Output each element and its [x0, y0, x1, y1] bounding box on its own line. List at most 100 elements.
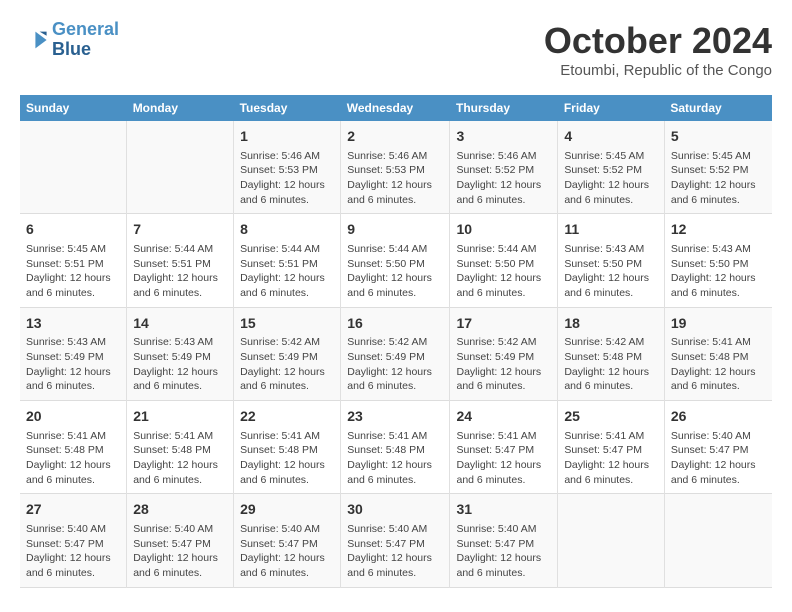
- day-number: 6: [26, 220, 120, 240]
- calendar-cell: 2Sunrise: 5:46 AMSunset: 5:53 PMDaylight…: [341, 121, 450, 214]
- day-number: 14: [133, 314, 227, 334]
- day-info: Sunrise: 5:45 AMSunset: 5:52 PMDaylight:…: [671, 149, 766, 208]
- calendar-cell: 29Sunrise: 5:40 AMSunset: 5:47 PMDayligh…: [234, 494, 341, 587]
- column-header-saturday: Saturday: [664, 95, 772, 121]
- title-block: October 2024 Etoumbi, Republic of the Co…: [544, 20, 772, 79]
- location-title: Etoumbi, Republic of the Congo: [544, 62, 772, 79]
- day-number: 7: [133, 220, 227, 240]
- day-number: 4: [564, 127, 658, 147]
- logo-icon: [20, 26, 48, 54]
- calendar-cell: 12Sunrise: 5:43 AMSunset: 5:50 PMDayligh…: [664, 214, 772, 307]
- calendar-cell: 21Sunrise: 5:41 AMSunset: 5:48 PMDayligh…: [127, 401, 234, 494]
- day-number: 3: [456, 127, 551, 147]
- day-number: 24: [456, 407, 551, 427]
- day-info: Sunrise: 5:46 AMSunset: 5:53 PMDaylight:…: [240, 149, 334, 208]
- month-title: October 2024: [544, 20, 772, 62]
- page-header: General Blue October 2024 Etoumbi, Repub…: [20, 20, 772, 79]
- day-number: 8: [240, 220, 334, 240]
- calendar-cell: 24Sunrise: 5:41 AMSunset: 5:47 PMDayligh…: [450, 401, 558, 494]
- calendar-cell: 31Sunrise: 5:40 AMSunset: 5:47 PMDayligh…: [450, 494, 558, 587]
- day-info: Sunrise: 5:42 AMSunset: 5:48 PMDaylight:…: [564, 335, 658, 394]
- week-row-4: 20Sunrise: 5:41 AMSunset: 5:48 PMDayligh…: [20, 401, 772, 494]
- day-info: Sunrise: 5:45 AMSunset: 5:52 PMDaylight:…: [564, 149, 658, 208]
- calendar-cell: 30Sunrise: 5:40 AMSunset: 5:47 PMDayligh…: [341, 494, 450, 587]
- day-info: Sunrise: 5:44 AMSunset: 5:51 PMDaylight:…: [133, 242, 227, 301]
- day-number: 9: [347, 220, 443, 240]
- day-info: Sunrise: 5:41 AMSunset: 5:48 PMDaylight:…: [671, 335, 766, 394]
- calendar-body: 1Sunrise: 5:46 AMSunset: 5:53 PMDaylight…: [20, 121, 772, 587]
- day-number: 5: [671, 127, 766, 147]
- calendar-cell: [20, 121, 127, 214]
- week-row-3: 13Sunrise: 5:43 AMSunset: 5:49 PMDayligh…: [20, 307, 772, 400]
- week-row-1: 1Sunrise: 5:46 AMSunset: 5:53 PMDaylight…: [20, 121, 772, 214]
- day-info: Sunrise: 5:41 AMSunset: 5:48 PMDaylight:…: [26, 429, 120, 488]
- day-number: 21: [133, 407, 227, 427]
- day-info: Sunrise: 5:42 AMSunset: 5:49 PMDaylight:…: [456, 335, 551, 394]
- day-number: 10: [456, 220, 551, 240]
- calendar-cell: 15Sunrise: 5:42 AMSunset: 5:49 PMDayligh…: [234, 307, 341, 400]
- day-number: 22: [240, 407, 334, 427]
- day-number: 19: [671, 314, 766, 334]
- calendar-cell: 8Sunrise: 5:44 AMSunset: 5:51 PMDaylight…: [234, 214, 341, 307]
- day-number: 30: [347, 500, 443, 520]
- calendar-cell: 17Sunrise: 5:42 AMSunset: 5:49 PMDayligh…: [450, 307, 558, 400]
- calendar-cell: 20Sunrise: 5:41 AMSunset: 5:48 PMDayligh…: [20, 401, 127, 494]
- calendar-cell: 4Sunrise: 5:45 AMSunset: 5:52 PMDaylight…: [558, 121, 665, 214]
- day-number: 11: [564, 220, 658, 240]
- calendar-cell: 3Sunrise: 5:46 AMSunset: 5:52 PMDaylight…: [450, 121, 558, 214]
- day-number: 27: [26, 500, 120, 520]
- day-number: 23: [347, 407, 443, 427]
- calendar-header: SundayMondayTuesdayWednesdayThursdayFrid…: [20, 95, 772, 121]
- calendar-cell: 13Sunrise: 5:43 AMSunset: 5:49 PMDayligh…: [20, 307, 127, 400]
- day-info: Sunrise: 5:42 AMSunset: 5:49 PMDaylight:…: [347, 335, 443, 394]
- calendar-cell: 14Sunrise: 5:43 AMSunset: 5:49 PMDayligh…: [127, 307, 234, 400]
- day-info: Sunrise: 5:41 AMSunset: 5:47 PMDaylight:…: [456, 429, 551, 488]
- day-number: 28: [133, 500, 227, 520]
- week-row-2: 6Sunrise: 5:45 AMSunset: 5:51 PMDaylight…: [20, 214, 772, 307]
- day-number: 16: [347, 314, 443, 334]
- day-info: Sunrise: 5:45 AMSunset: 5:51 PMDaylight:…: [26, 242, 120, 301]
- day-number: 12: [671, 220, 766, 240]
- calendar-cell: 23Sunrise: 5:41 AMSunset: 5:48 PMDayligh…: [341, 401, 450, 494]
- calendar-cell: 25Sunrise: 5:41 AMSunset: 5:47 PMDayligh…: [558, 401, 665, 494]
- day-info: Sunrise: 5:44 AMSunset: 5:50 PMDaylight:…: [456, 242, 551, 301]
- day-info: Sunrise: 5:43 AMSunset: 5:49 PMDaylight:…: [26, 335, 120, 394]
- column-header-sunday: Sunday: [20, 95, 127, 121]
- calendar-cell: 28Sunrise: 5:40 AMSunset: 5:47 PMDayligh…: [127, 494, 234, 587]
- day-info: Sunrise: 5:43 AMSunset: 5:49 PMDaylight:…: [133, 335, 227, 394]
- day-info: Sunrise: 5:41 AMSunset: 5:48 PMDaylight:…: [133, 429, 227, 488]
- day-number: 17: [456, 314, 551, 334]
- calendar-cell: 6Sunrise: 5:45 AMSunset: 5:51 PMDaylight…: [20, 214, 127, 307]
- day-number: 2: [347, 127, 443, 147]
- column-header-tuesday: Tuesday: [234, 95, 341, 121]
- calendar-cell: 5Sunrise: 5:45 AMSunset: 5:52 PMDaylight…: [664, 121, 772, 214]
- calendar-table: SundayMondayTuesdayWednesdayThursdayFrid…: [20, 95, 772, 588]
- day-info: Sunrise: 5:41 AMSunset: 5:48 PMDaylight:…: [240, 429, 334, 488]
- calendar-cell: 9Sunrise: 5:44 AMSunset: 5:50 PMDaylight…: [341, 214, 450, 307]
- day-number: 29: [240, 500, 334, 520]
- day-info: Sunrise: 5:40 AMSunset: 5:47 PMDaylight:…: [456, 522, 551, 581]
- week-row-5: 27Sunrise: 5:40 AMSunset: 5:47 PMDayligh…: [20, 494, 772, 587]
- calendar-cell: 18Sunrise: 5:42 AMSunset: 5:48 PMDayligh…: [558, 307, 665, 400]
- column-header-thursday: Thursday: [450, 95, 558, 121]
- day-number: 1: [240, 127, 334, 147]
- day-info: Sunrise: 5:42 AMSunset: 5:49 PMDaylight:…: [240, 335, 334, 394]
- day-info: Sunrise: 5:44 AMSunset: 5:50 PMDaylight:…: [347, 242, 443, 301]
- logo-text: General Blue: [52, 20, 119, 60]
- calendar-cell: 26Sunrise: 5:40 AMSunset: 5:47 PMDayligh…: [664, 401, 772, 494]
- column-header-friday: Friday: [558, 95, 665, 121]
- day-info: Sunrise: 5:41 AMSunset: 5:48 PMDaylight:…: [347, 429, 443, 488]
- column-header-wednesday: Wednesday: [341, 95, 450, 121]
- day-info: Sunrise: 5:40 AMSunset: 5:47 PMDaylight:…: [26, 522, 120, 581]
- day-info: Sunrise: 5:40 AMSunset: 5:47 PMDaylight:…: [133, 522, 227, 581]
- calendar-cell: [127, 121, 234, 214]
- day-info: Sunrise: 5:40 AMSunset: 5:47 PMDaylight:…: [671, 429, 766, 488]
- calendar-cell: 1Sunrise: 5:46 AMSunset: 5:53 PMDaylight…: [234, 121, 341, 214]
- calendar-cell: 11Sunrise: 5:43 AMSunset: 5:50 PMDayligh…: [558, 214, 665, 307]
- day-info: Sunrise: 5:40 AMSunset: 5:47 PMDaylight:…: [347, 522, 443, 581]
- calendar-cell: 27Sunrise: 5:40 AMSunset: 5:47 PMDayligh…: [20, 494, 127, 587]
- day-number: 25: [564, 407, 658, 427]
- calendar-cell: 22Sunrise: 5:41 AMSunset: 5:48 PMDayligh…: [234, 401, 341, 494]
- calendar-cell: [558, 494, 665, 587]
- calendar-cell: 19Sunrise: 5:41 AMSunset: 5:48 PMDayligh…: [664, 307, 772, 400]
